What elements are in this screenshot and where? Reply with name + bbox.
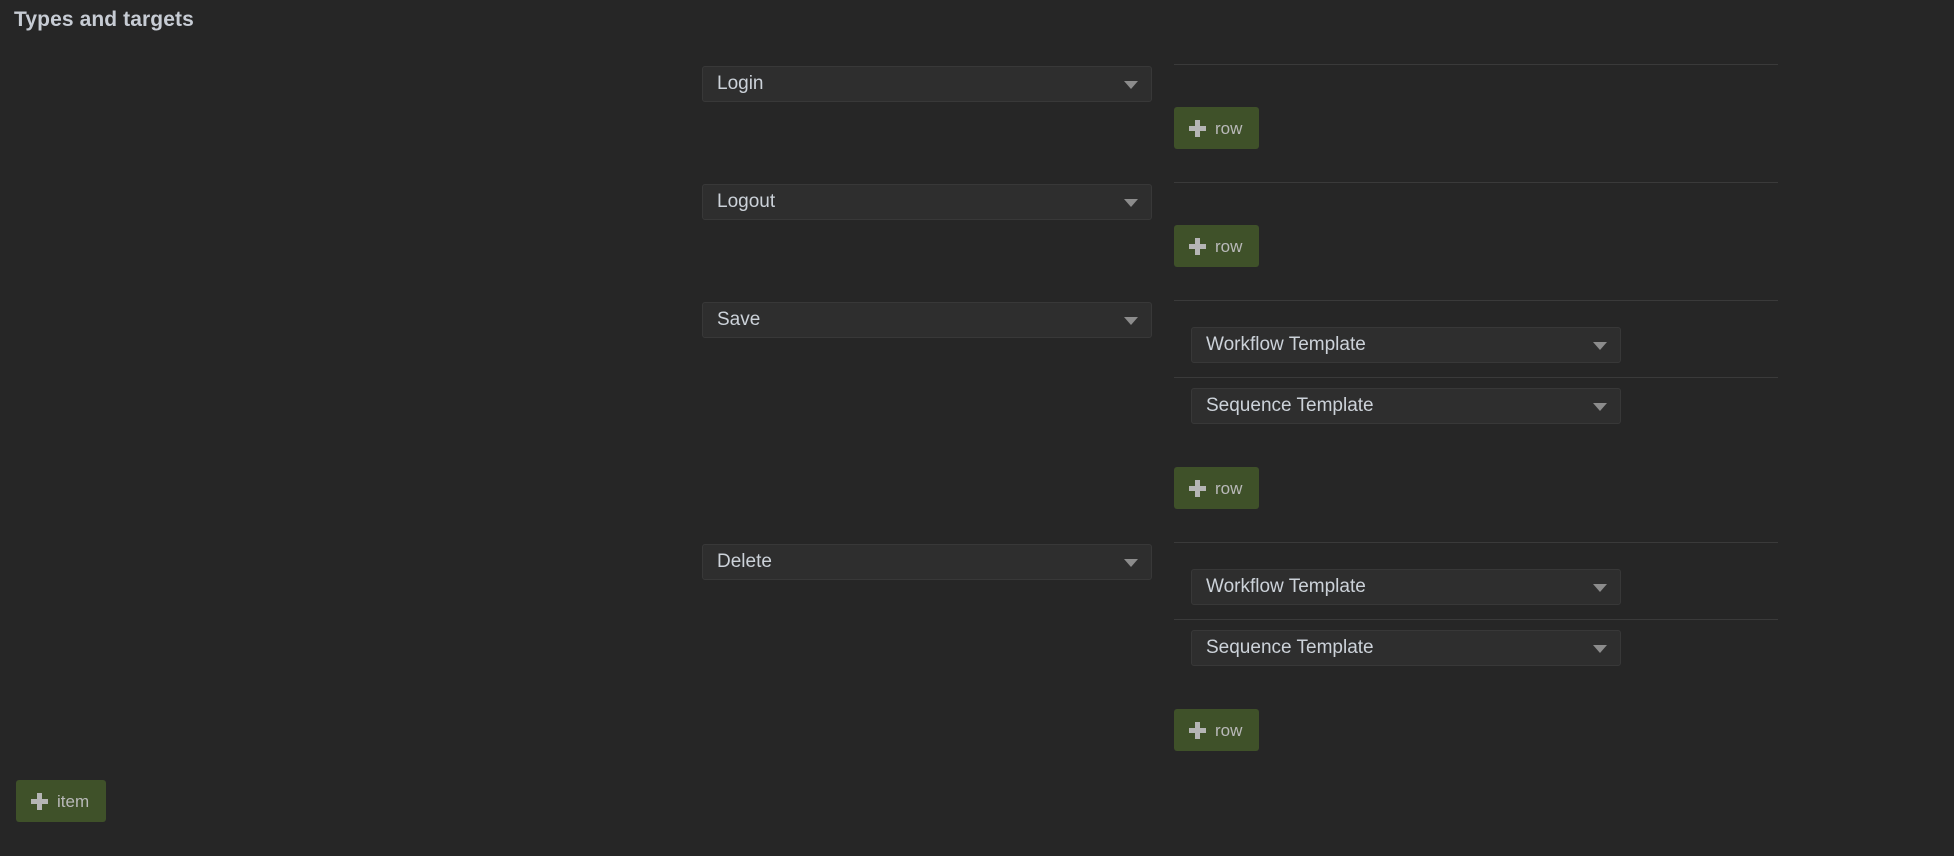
type-select-value: Save: [717, 309, 761, 330]
plus-icon: [1189, 237, 1206, 255]
type-select-logout[interactable]: Logout: [702, 184, 1152, 220]
target-row: Workflow Template: [1174, 327, 1778, 363]
type-select-delete[interactable]: Delete: [702, 544, 1152, 580]
type-select-value: Logout: [717, 191, 776, 212]
row-separator: [1174, 619, 1778, 620]
target-select-value: Sequence Template: [1206, 637, 1374, 658]
group-separator: [1174, 64, 1778, 65]
add-row-button-save[interactable]: row: [1174, 467, 1260, 509]
target-row: Workflow Template: [1174, 569, 1778, 605]
target-select-workflow-template[interactable]: Workflow Template: [1191, 569, 1621, 605]
chevron-down-icon: [1593, 403, 1607, 411]
chevron-down-icon: [1593, 342, 1607, 350]
chevron-down-icon: [1124, 559, 1138, 567]
target-select-workflow-template[interactable]: Workflow Template: [1191, 327, 1621, 363]
target-select-sequence-template[interactable]: Sequence Template: [1191, 388, 1621, 424]
add-item-button[interactable]: item: [16, 780, 107, 822]
chevron-down-icon: [1124, 317, 1138, 325]
type-select-value: Delete: [717, 551, 772, 572]
target-row: Sequence Template: [1174, 630, 1778, 666]
type-select-login[interactable]: Login: [702, 66, 1152, 102]
chevron-down-icon: [1593, 584, 1607, 592]
chevron-down-icon: [1124, 81, 1138, 89]
target-select-value: Workflow Template: [1206, 334, 1366, 355]
group-separator: [1174, 182, 1778, 183]
plus-icon: [31, 792, 48, 810]
chevron-down-icon: [1124, 199, 1138, 207]
target-select-sequence-template[interactable]: Sequence Template: [1191, 630, 1621, 666]
target-row: Sequence Template: [1174, 388, 1778, 424]
chevron-down-icon: [1593, 645, 1607, 653]
page-title: Types and targets: [14, 8, 194, 31]
add-row-button-logout[interactable]: row: [1174, 225, 1260, 267]
plus-icon: [1189, 479, 1206, 497]
add-row-button-login[interactable]: row: [1174, 107, 1260, 149]
type-select-value: Login: [717, 73, 764, 94]
add-row-button-label: row: [1215, 236, 1243, 256]
target-select-value: Sequence Template: [1206, 395, 1374, 416]
target-select-value: Workflow Template: [1206, 576, 1366, 597]
group-separator: [1174, 300, 1778, 301]
row-separator: [1174, 377, 1778, 378]
add-item-button-label: item: [57, 791, 90, 811]
type-select-save[interactable]: Save: [702, 302, 1152, 338]
add-row-button-label: row: [1215, 118, 1243, 138]
plus-icon: [1189, 721, 1206, 739]
add-row-button-label: row: [1215, 478, 1243, 498]
group-separator: [1174, 542, 1778, 543]
add-row-button-delete[interactable]: row: [1174, 709, 1260, 751]
plus-icon: [1189, 119, 1206, 137]
add-row-button-label: row: [1215, 720, 1243, 740]
